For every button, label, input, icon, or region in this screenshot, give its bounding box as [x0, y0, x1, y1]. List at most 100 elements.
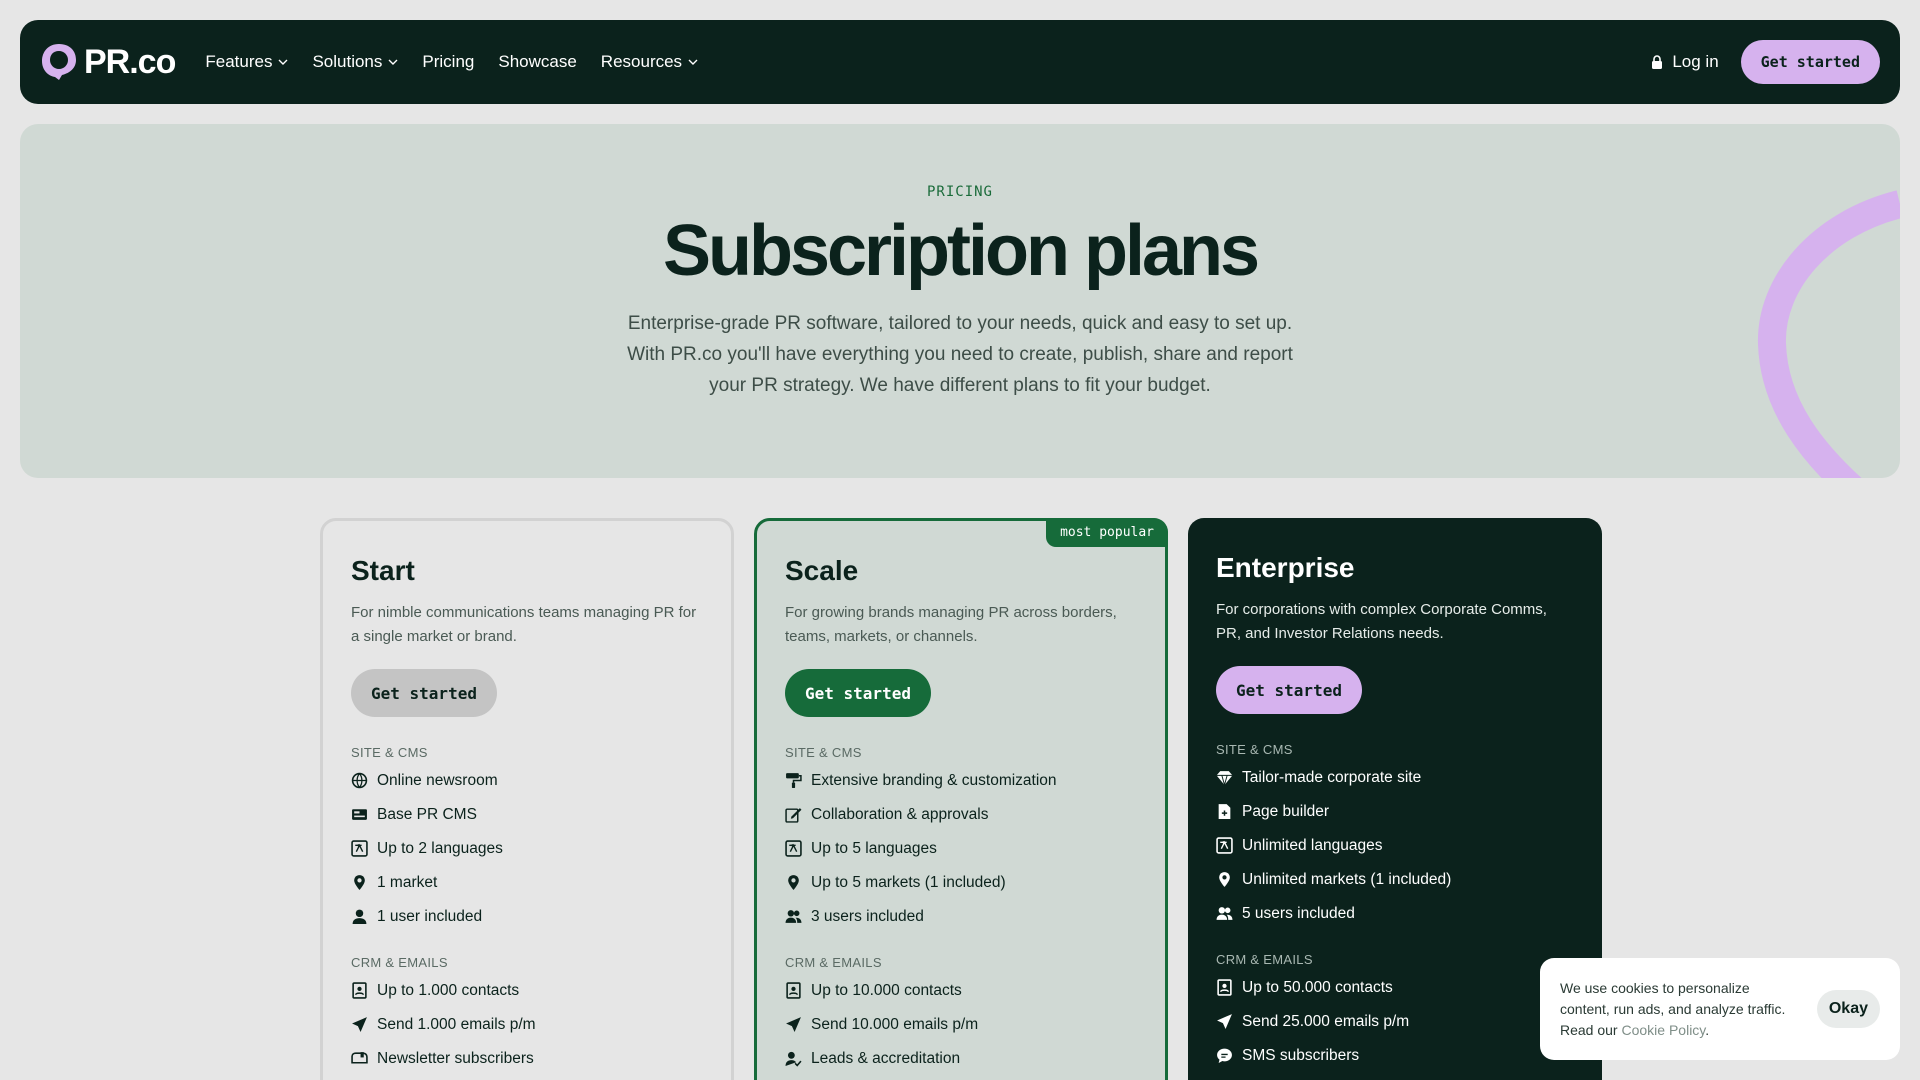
logo[interactable]: PR.co: [40, 42, 176, 82]
hero-description: Enterprise-grade PR software, tailored t…: [627, 313, 1293, 396]
chat-icon: [1217, 1048, 1232, 1063]
feature-text: Leads & accreditation: [811, 1049, 961, 1067]
feature-text: Up to 5 markets (1 included): [811, 873, 1006, 891]
send-icon: [1217, 1014, 1232, 1029]
language-icon: [785, 840, 802, 857]
send-icon: [786, 1017, 801, 1032]
feature-item: 1 market: [351, 872, 703, 893]
feature-item: Send 1.000 emails p/m: [351, 1014, 703, 1035]
feature-text: Base PR CMS: [377, 805, 477, 823]
feature-item: Collaboration & approvals: [785, 804, 1137, 825]
feature-text: Up to 2 languages: [377, 839, 503, 857]
scale-get-started-button[interactable]: Get started: [785, 669, 931, 717]
users-icon: [1216, 907, 1233, 920]
feature-item: Base PR CMS: [351, 804, 703, 825]
feature-item: Up to 1.000 contacts: [351, 980, 703, 1001]
feature-item: 5 users included: [1216, 903, 1574, 924]
map-pin-icon: [788, 875, 799, 890]
cookie-text: We use cookies to personalize content, r…: [1560, 978, 1790, 1041]
edit-icon: [785, 808, 802, 823]
feature-item: Send 10.000 emails p/m: [785, 1014, 1137, 1035]
map-pin-icon: [354, 875, 365, 890]
chevron-down-icon: [388, 59, 398, 65]
section-title: CRM & EMAILS: [1216, 952, 1313, 967]
nav-features-label: Features: [205, 52, 273, 71]
enterprise-get-started-button[interactable]: Get started: [1216, 666, 1362, 714]
contacts-icon: [1217, 979, 1232, 996]
start-get-started-button[interactable]: Get started: [351, 669, 497, 717]
feature-text: Extensive branding & customization: [811, 771, 1057, 789]
feature-item: 1 user included: [351, 906, 703, 927]
file-plus-icon: [1218, 804, 1231, 819]
plan-description: For nimble communications teams managing…: [351, 604, 697, 645]
feature-item: Newsletter subscribers: [351, 1048, 703, 1069]
feature-item: Up to 5 markets (1 included): [785, 872, 1137, 893]
feature-text: 3 users included: [811, 907, 924, 925]
feature-item: Online newsroom: [351, 770, 703, 791]
nav-showcase[interactable]: Showcase: [498, 52, 576, 72]
feature-text: SMS subscribers: [1242, 1046, 1360, 1064]
mailbox-icon: [351, 1052, 368, 1064]
feature-item: 3 users included: [785, 906, 1137, 927]
feature-text: Newsletter subscribers: [377, 1049, 534, 1067]
feature-text: Up to 5 languages: [811, 839, 937, 857]
section-title: SITE & CMS: [1216, 742, 1293, 757]
feature-item: Unlimited languages: [1216, 835, 1574, 856]
nav-resources-label: Resources: [600, 52, 683, 71]
plan-name: Start: [351, 555, 415, 586]
plan-description: For growing brands managing PR across bo…: [785, 604, 1117, 645]
contacts-icon: [352, 982, 367, 999]
cookie-suffix: .: [1705, 1021, 1710, 1038]
section-title: CRM & EMAILS: [351, 955, 448, 970]
feature-item: Up to 10.000 contacts: [785, 980, 1137, 1001]
feature-text: Unlimited markets (1 included): [1242, 870, 1452, 888]
hero-eyebrow: PRICING: [926, 184, 993, 200]
feature-text: Unlimited languages: [1242, 836, 1383, 854]
decorative-arc: [1757, 190, 1900, 478]
feature-text: 1 user included: [377, 907, 483, 925]
plan-description: For corporations with complex Corporate …: [1216, 601, 1547, 642]
login-link[interactable]: Log in: [1650, 52, 1719, 72]
feature-item: Leads & accreditation: [785, 1048, 1137, 1069]
map-pin-icon: [1219, 872, 1230, 887]
cookie-banner: We use cookies to personalize content, r…: [1540, 958, 1900, 1060]
language-icon: [1216, 837, 1233, 854]
users-icon: [785, 910, 802, 923]
nav-features[interactable]: Features: [205, 52, 288, 72]
pricing-cards: Start For nimble communications teams ma…: [320, 518, 1602, 1080]
feature-item: Page builder: [1216, 801, 1574, 822]
user-icon: [352, 909, 367, 924]
nav-showcase-label: Showcase: [498, 52, 577, 71]
feature-item: Send 25.000 emails p/m: [1216, 1011, 1574, 1032]
language-icon: [351, 840, 368, 857]
feature-text: 1 market: [377, 873, 438, 891]
diamond-icon: [1216, 771, 1233, 786]
feature-item: Up to 5 languages: [785, 838, 1137, 859]
nav-solutions-label: Solutions: [312, 52, 383, 71]
cookie-okay-button[interactable]: Okay: [1816, 990, 1880, 1028]
chevron-down-icon: [688, 59, 698, 65]
nav-solutions[interactable]: Solutions: [312, 52, 398, 72]
feature-item: Extensive branding & customization: [785, 770, 1137, 791]
feature-text: 5 users included: [1242, 904, 1355, 922]
nav-right: Log in Get started: [1650, 40, 1880, 84]
feature-item: SMS subscribers: [1216, 1045, 1574, 1066]
nav-pricing[interactable]: Pricing: [422, 52, 474, 72]
feature-text: Send 25.000 emails p/m: [1242, 1012, 1410, 1030]
top-nav: PR.co Features Solutions Pricing Showcas…: [20, 20, 1900, 104]
plan-name: Scale: [785, 555, 859, 586]
feature-item: Unlimited markets (1 included): [1216, 869, 1574, 890]
section-title: SITE & CMS: [351, 745, 428, 760]
feature-text: Page builder: [1242, 802, 1330, 820]
logo-mark-icon: [42, 44, 76, 80]
feature-text: Up to 1.000 contacts: [377, 981, 520, 999]
paint-roller-icon: [786, 773, 802, 788]
nav-resources[interactable]: Resources: [601, 52, 698, 72]
nav-get-started-button[interactable]: Get started: [1740, 40, 1880, 84]
contacts-icon: [786, 982, 801, 999]
cookie-policy-link[interactable]: Cookie Policy: [1621, 1022, 1705, 1038]
hero: PRICING Subscription plans Enterprise-gr…: [20, 124, 1900, 478]
login-label: Log in: [1672, 52, 1719, 71]
plan-name: Enterprise: [1216, 552, 1355, 583]
feature-text: Tailor-made corporate site: [1242, 768, 1422, 786]
